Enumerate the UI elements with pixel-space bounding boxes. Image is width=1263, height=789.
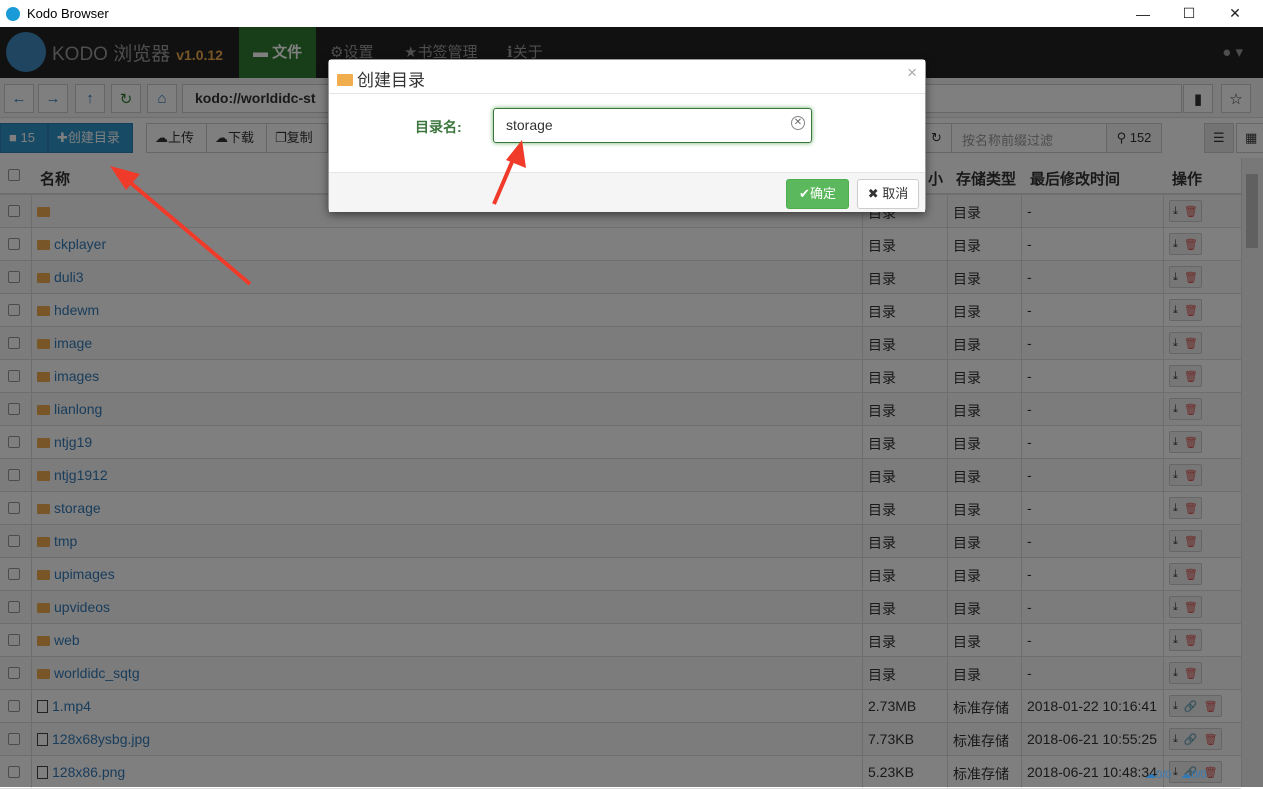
dir-name-label: 目录名: [415, 119, 462, 135]
upload-status-icon: ☁ [1145, 769, 1156, 781]
confirm-button[interactable]: ✔确定 [786, 179, 849, 209]
cancel-label: 取消 [882, 186, 909, 201]
close-x-icon: ✖ [867, 186, 879, 201]
clear-input-icon[interactable]: ✕ [791, 116, 805, 130]
upload-status: 0/0 [1156, 769, 1172, 781]
window-titlebar: Kodo Browser [0, 0, 1263, 27]
dir-name-input[interactable]: storage ✕ [493, 108, 812, 143]
maximize-button[interactable]: ☐ [1166, 0, 1212, 27]
folder-icon [337, 74, 353, 86]
confirm-label: 确定 [809, 186, 836, 201]
modal-footer: ✔确定 ✖ 取消 [329, 172, 925, 212]
close-button[interactable]: ✕ [1212, 0, 1258, 27]
modal-title: 创建目录 [337, 66, 425, 91]
dir-name-value: storage [506, 117, 553, 133]
modal-title-text: 创建目录 [357, 71, 425, 90]
download-status: 0/0 [1191, 769, 1207, 781]
app-icon [6, 6, 20, 21]
create-dir-modal: 创建目录 × 目录名: storage ✕ ✔确定 ✖ 取消 [328, 59, 926, 212]
download-status-icon: ☁ [1180, 769, 1192, 781]
cancel-button[interactable]: ✖ 取消 [857, 179, 919, 209]
modal-header: 创建目录 × [329, 60, 925, 94]
window-title: Kodo Browser [27, 6, 109, 21]
modal-close-icon[interactable]: × [907, 63, 917, 83]
check-icon: ✔ [799, 186, 810, 201]
minimize-button[interactable]: — [1120, 0, 1166, 27]
transfer-status: ☁0/0 ☁0/0 [1145, 768, 1243, 787]
